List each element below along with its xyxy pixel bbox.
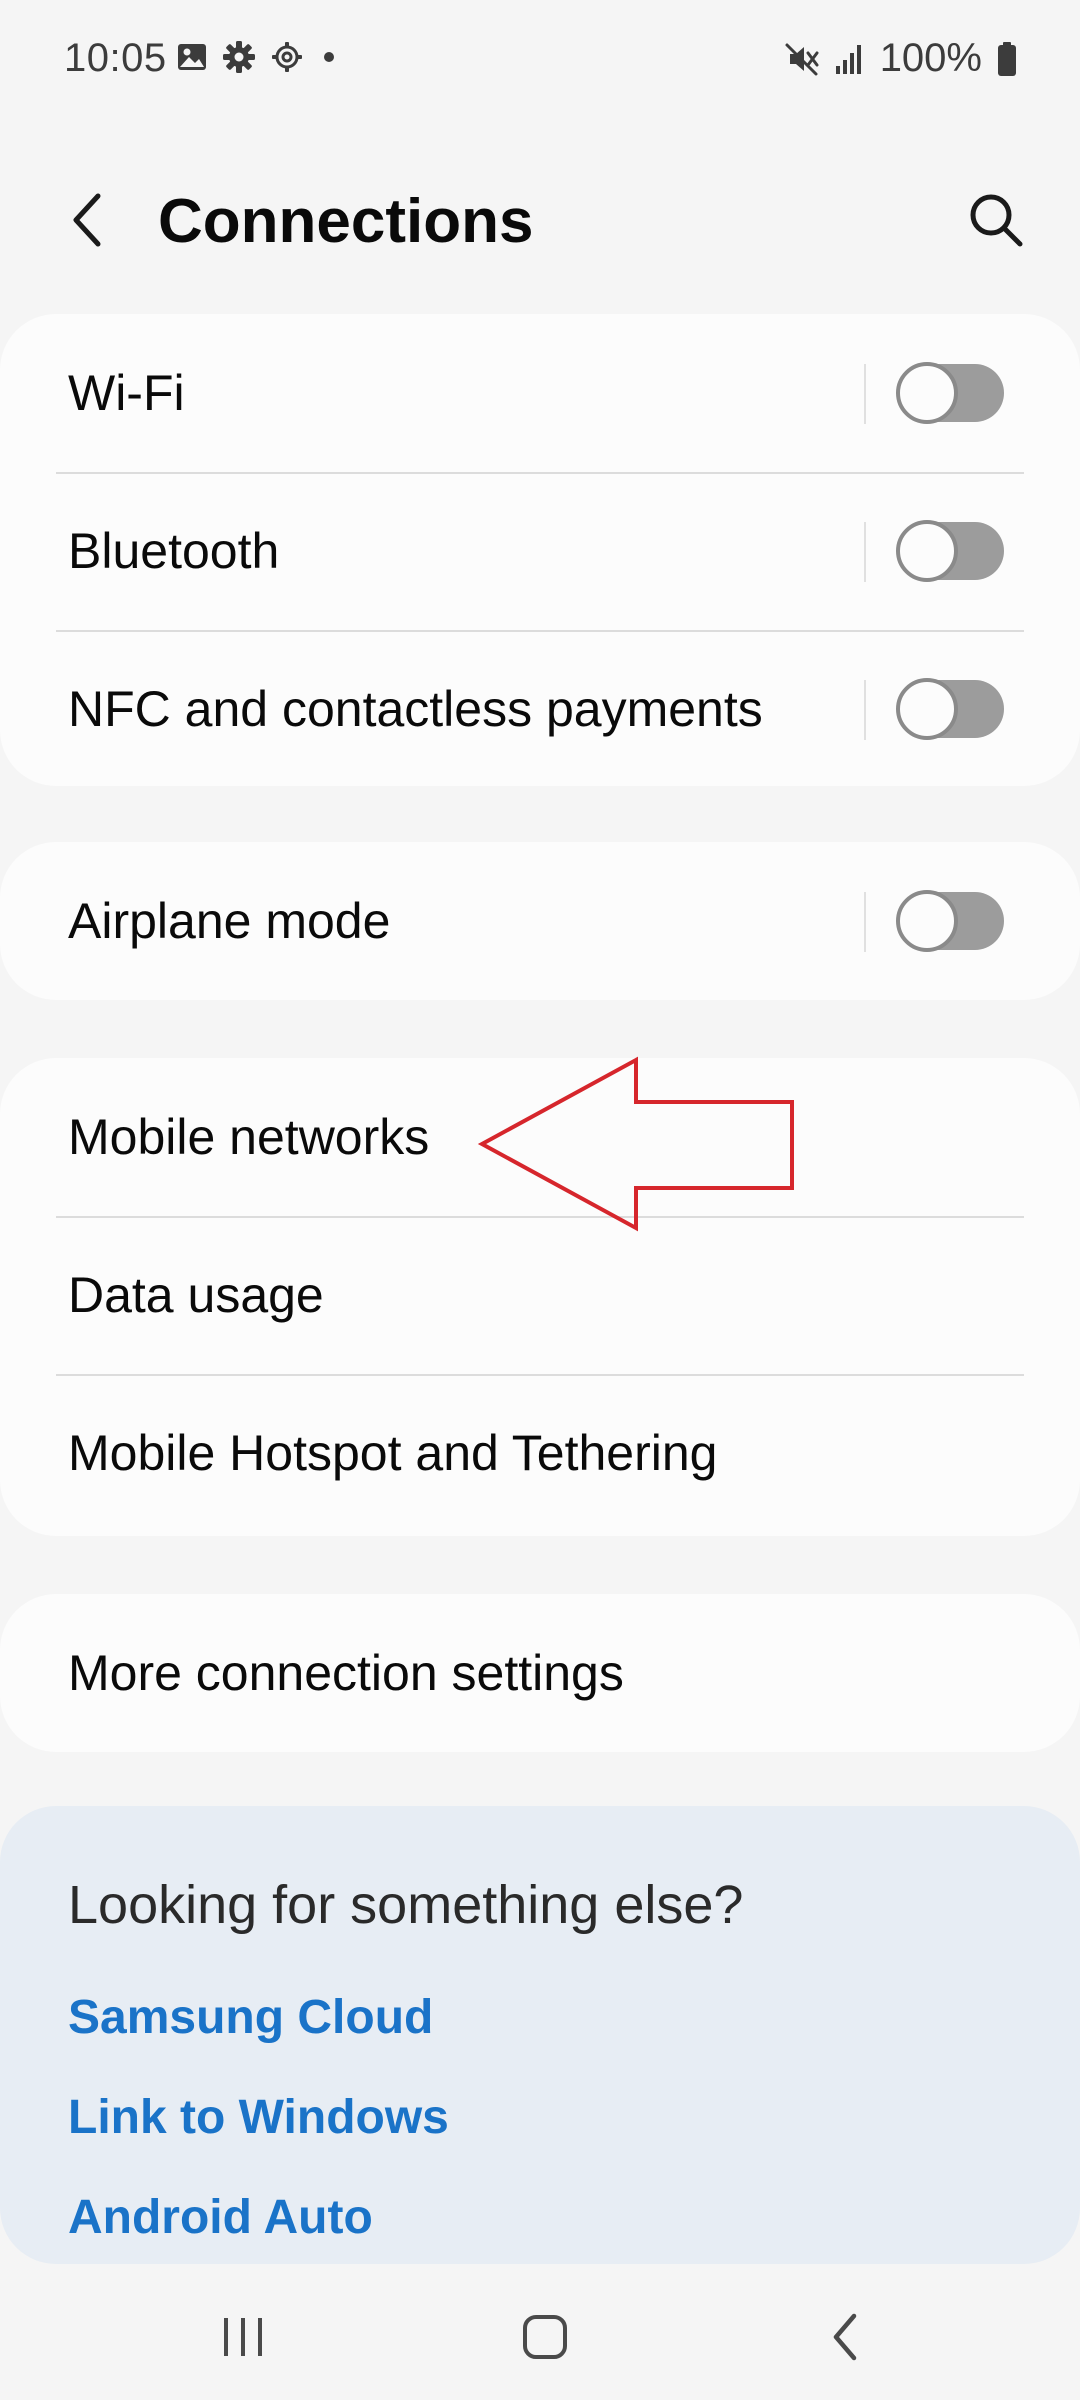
more-connection-settings-row[interactable]: More connection settings	[0, 1594, 1080, 1752]
status-time: 10:05	[64, 36, 167, 80]
wifi-label: Wi-Fi	[68, 365, 185, 421]
suggestions-title: Looking for something else?	[68, 1875, 744, 1935]
status-system-icons: 100%	[784, 36, 1018, 81]
navigation-bar	[0, 2270, 1080, 2400]
vertical-divider	[864, 892, 866, 952]
home-icon[interactable]	[500, 2292, 590, 2382]
android-auto-link[interactable]: Android Auto	[68, 2190, 373, 2245]
back-icon[interactable]	[802, 2292, 892, 2382]
toggle-knob	[896, 678, 958, 740]
back-arrow-icon[interactable]	[58, 188, 122, 252]
gallery-icon	[178, 44, 206, 70]
nfc-label: NFC and contactless payments	[68, 681, 763, 737]
signal-icon	[835, 44, 861, 74]
status-notification-icons	[176, 40, 340, 74]
link-to-windows-link[interactable]: Link to Windows	[68, 2090, 449, 2145]
samsung-cloud-link[interactable]: Samsung Cloud	[68, 1990, 433, 2045]
mobile-hotspot-row[interactable]: Mobile Hotspot and Tethering	[0, 1374, 1080, 1532]
nfc-row[interactable]: NFC and contactless payments	[0, 630, 1080, 786]
data-usage-row[interactable]: Data usage	[0, 1216, 1080, 1374]
vertical-divider	[864, 680, 866, 740]
battery-percent: 100%	[879, 36, 982, 80]
gear-outline-icon	[272, 42, 302, 72]
toggle-knob	[896, 520, 958, 582]
dot-icon	[324, 52, 334, 62]
mute-icon	[785, 43, 819, 75]
vertical-divider	[864, 522, 866, 582]
battery-icon	[998, 41, 1016, 76]
suggestions-card: Looking for something else? Samsung Clou…	[0, 1806, 1080, 2264]
settings-group-airplane: Airplane mode	[0, 842, 1080, 1000]
settings-group-more: More connection settings	[0, 1594, 1080, 1752]
search-icon[interactable]	[964, 188, 1028, 252]
airplane-mode-row[interactable]: Airplane mode	[0, 842, 1080, 1000]
bluetooth-row[interactable]: Bluetooth	[0, 472, 1080, 630]
airplane-mode-toggle[interactable]	[896, 890, 1004, 952]
status-bar: 10:05 100%	[0, 0, 1080, 120]
bluetooth-toggle[interactable]	[896, 520, 1004, 582]
toggle-knob	[896, 362, 958, 424]
app-bar: Connections	[0, 160, 1080, 290]
settings-group-wireless: Wi-Fi Bluetooth NFC and contactless paym…	[0, 314, 1080, 786]
wifi-row[interactable]: Wi-Fi	[0, 314, 1080, 472]
annotation-arrow-icon	[477, 1056, 794, 1232]
recents-icon[interactable]	[198, 2292, 288, 2382]
toggle-knob	[896, 890, 958, 952]
bluetooth-label: Bluetooth	[68, 523, 280, 579]
vertical-divider	[864, 364, 866, 424]
page-title: Connections	[158, 187, 534, 256]
wifi-toggle[interactable]	[896, 362, 1004, 424]
data-usage-label: Data usage	[68, 1267, 324, 1323]
mobile-networks-label: Mobile networks	[68, 1109, 430, 1165]
gear-icon	[223, 41, 255, 73]
nfc-toggle[interactable]	[896, 678, 1004, 740]
mobile-hotspot-label: Mobile Hotspot and Tethering	[68, 1425, 718, 1481]
more-connection-settings-label: More connection settings	[68, 1645, 624, 1701]
airplane-mode-label: Airplane mode	[68, 893, 391, 949]
